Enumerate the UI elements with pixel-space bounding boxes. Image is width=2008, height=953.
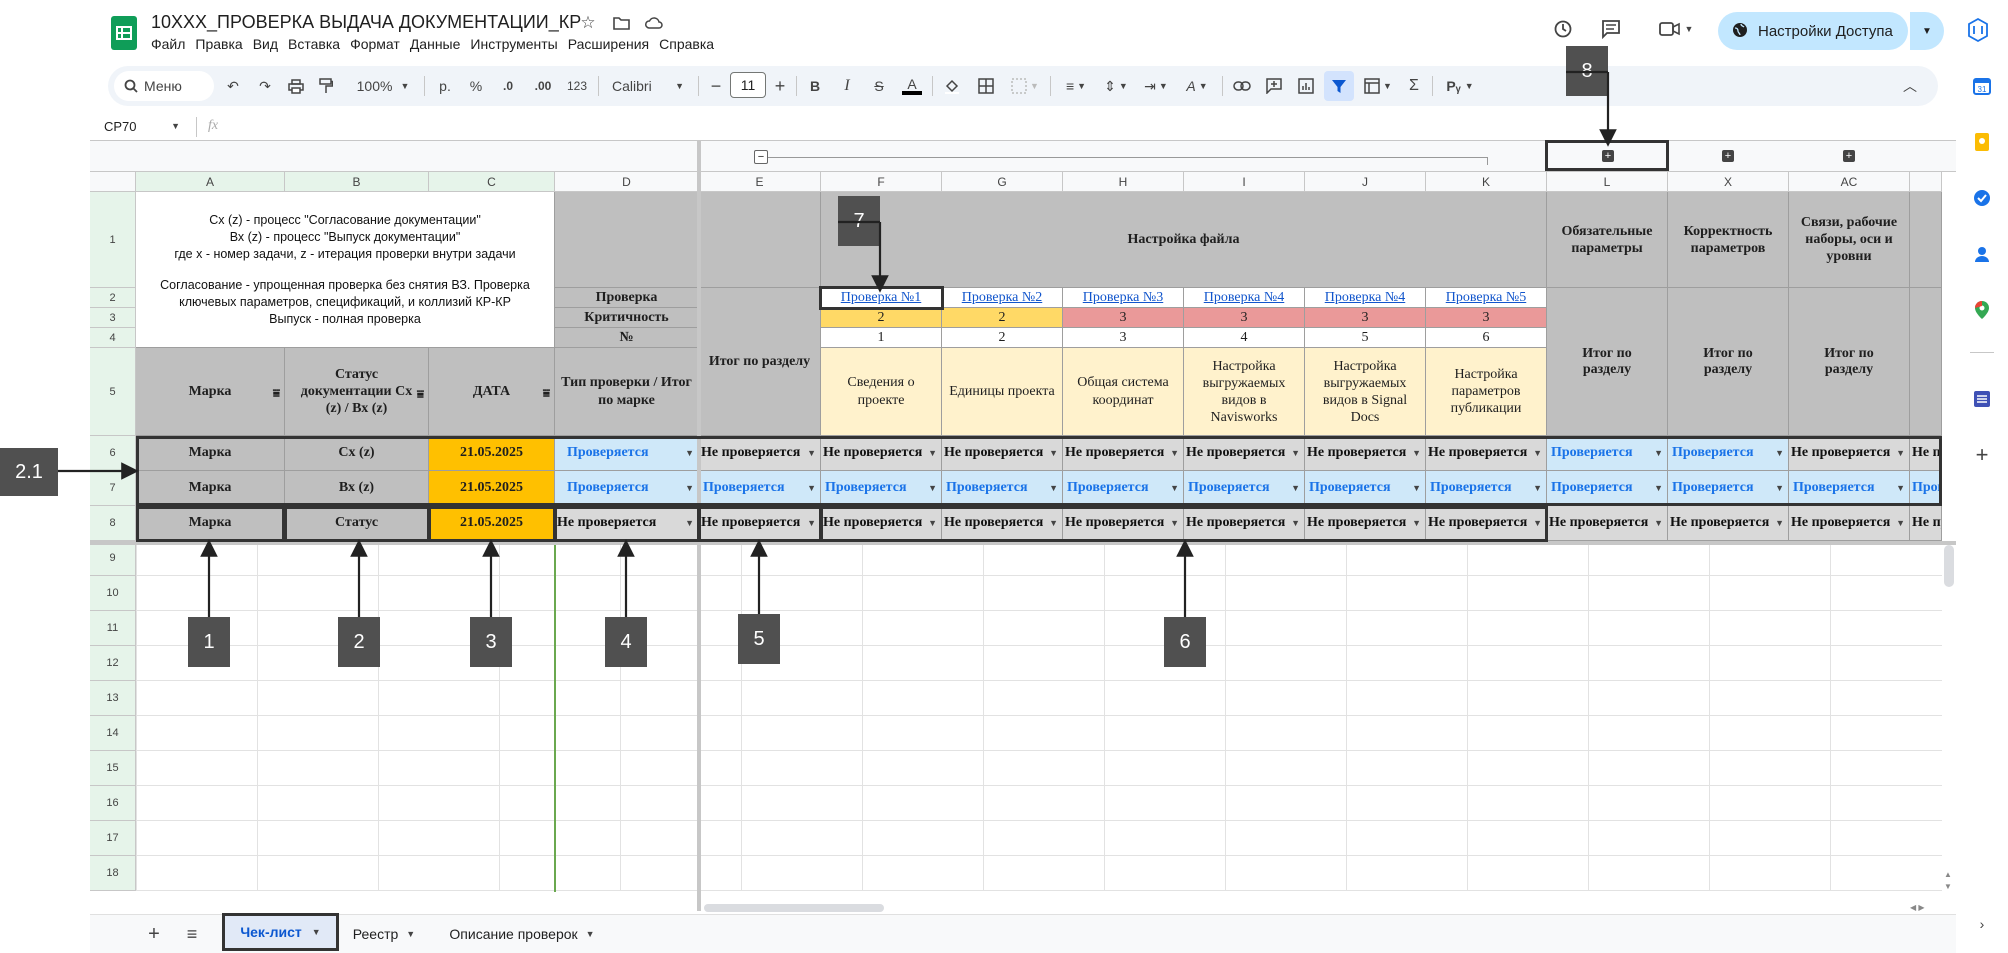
svg-text:31: 31 <box>1978 85 1987 94</box>
calendar-icon[interactable]: 31 <box>1968 72 1996 100</box>
add-sheet-icon[interactable]: + <box>142 920 166 948</box>
horizontal-scrollbar[interactable] <box>704 904 884 912</box>
maps-icon[interactable] <box>1968 296 1996 324</box>
tab-checklist-label: Чек-лист <box>240 924 302 940</box>
tab-descriptions[interactable]: Описание проверок ▼ <box>432 918 612 950</box>
tasks-icon[interactable] <box>1968 184 1996 212</box>
tab-checklist[interactable]: Чек-лист ▼ <box>222 913 339 951</box>
tab-descriptions-label: Описание проверок <box>449 926 578 942</box>
vertical-scrollbar[interactable] <box>1944 545 1954 587</box>
tab-registry[interactable]: Реестр ▼ <box>344 918 424 950</box>
keep-icon[interactable] <box>1968 128 1996 156</box>
annotation-arrows <box>58 70 1617 617</box>
scroll-tabs-left[interactable]: ◀ ▶ <box>1910 903 1925 912</box>
contacts-icon[interactable] <box>1968 240 1996 268</box>
scroll-down-icon[interactable]: ▼ <box>1944 882 1952 891</box>
all-sheets-icon[interactable]: ≡ <box>180 920 204 948</box>
tab-registry-label: Реестр <box>352 926 399 942</box>
side-divider <box>1970 352 1994 353</box>
expand-panel-icon[interactable]: › <box>1968 910 1996 938</box>
add-addon-icon[interactable]: + <box>1968 441 1996 469</box>
scroll-up-icon[interactable]: ▲ <box>1944 870 1952 879</box>
addon-icon[interactable] <box>1968 385 1996 413</box>
